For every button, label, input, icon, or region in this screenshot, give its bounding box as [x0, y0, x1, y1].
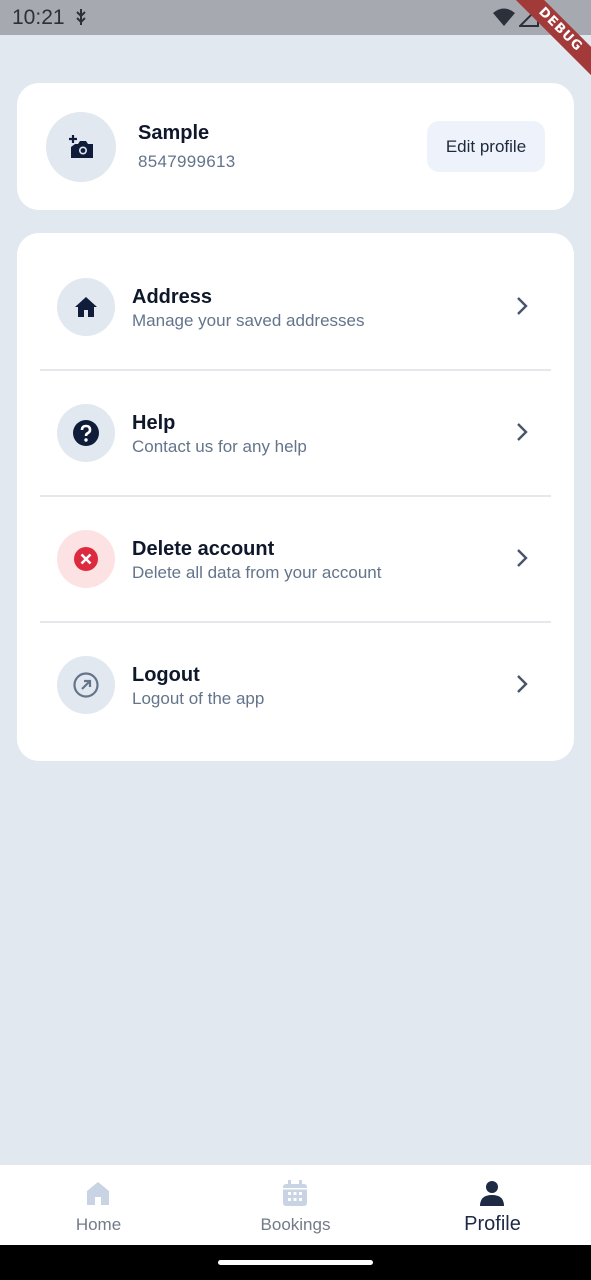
- calendar-icon: [283, 1180, 307, 1206]
- profile-card: Sample 8547999613 Edit profile: [17, 83, 574, 210]
- chevron-right-icon: [517, 549, 528, 567]
- chevron-right-icon: [517, 675, 528, 693]
- logout-icon: [73, 672, 99, 698]
- menu-card: Address Manage your saved addresses Help…: [17, 233, 574, 761]
- nav-item-profile[interactable]: Profile: [394, 1165, 591, 1246]
- menu-item-logout[interactable]: Logout Logout of the app: [17, 611, 574, 737]
- home-icon: [87, 1182, 109, 1205]
- person-icon: [480, 1181, 504, 1206]
- nav-label: Home: [75, 1215, 122, 1234]
- menu-item-delete-account[interactable]: Delete account Delete all data from your…: [17, 485, 574, 611]
- home-indicator[interactable]: [218, 1260, 373, 1265]
- status-time: 10:21: [12, 6, 65, 29]
- cancel-icon: [74, 547, 98, 571]
- chevron-right-icon: [517, 423, 528, 441]
- delete-icon-circle: [57, 530, 115, 588]
- menu-item-address[interactable]: Address Manage your saved addresses: [17, 233, 574, 359]
- address-icon-circle: [57, 278, 115, 336]
- menu-item-subtitle: Contact us for any help: [132, 437, 307, 456]
- bottom-navigation: Home Bookings Profile: [0, 1164, 591, 1245]
- nav-label: Bookings: [260, 1215, 331, 1234]
- status-bar: 10:21 DEBUG: [0, 0, 591, 84]
- nav-label: Profile: [464, 1213, 521, 1235]
- menu-item-subtitle: Manage your saved addresses: [132, 311, 365, 330]
- menu-item-title: Address: [132, 286, 213, 308]
- usb-debug-icon: [76, 9, 86, 25]
- nav-item-bookings[interactable]: Bookings: [197, 1165, 394, 1246]
- add-photo-icon: [69, 135, 93, 158]
- wifi-icon: [493, 8, 515, 26]
- menu-item-title: Logout: [132, 664, 200, 686]
- menu-item-subtitle: Delete all data from your account: [132, 563, 382, 582]
- menu-item-subtitle: Logout of the app: [132, 689, 265, 708]
- avatar[interactable]: [46, 112, 116, 182]
- help-icon: [73, 420, 99, 446]
- menu-item-help[interactable]: Help Contact us for any help: [17, 359, 574, 485]
- chevron-right-icon: [517, 297, 528, 315]
- edit-profile-button[interactable]: Edit profile: [427, 121, 545, 172]
- menu-item-title: Help: [132, 412, 176, 434]
- help-icon-circle: [57, 404, 115, 462]
- home-icon: [75, 297, 97, 317]
- profile-name: Sample: [138, 122, 210, 144]
- menu-item-title: Delete account: [132, 538, 275, 560]
- system-navigation-bar: [0, 1245, 591, 1280]
- logout-icon-circle: [57, 656, 115, 714]
- profile-phone: 8547999613: [138, 152, 236, 171]
- nav-item-home[interactable]: Home: [0, 1165, 197, 1246]
